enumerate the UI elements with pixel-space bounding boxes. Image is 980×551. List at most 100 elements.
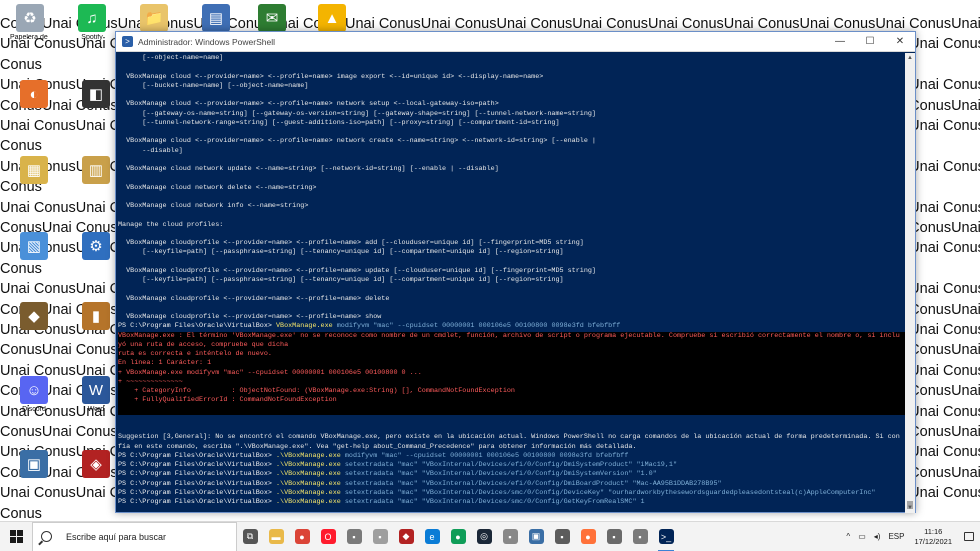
taskbar-app-button[interactable]: e (419, 522, 445, 551)
output-line: VBoxManage cloud network update <--name=… (118, 165, 499, 173)
output-line: VBoxManage cloud <--provider=name> <--pr… (118, 100, 499, 109)
taskbar-app-button[interactable]: ● (575, 522, 601, 551)
tray-chevron-icon[interactable]: ^ (842, 532, 854, 541)
taskbar-app-button[interactable]: ▪ (497, 522, 523, 551)
powershell-taskbar-icon: >_ (658, 529, 674, 544)
error-line: + ~~~~~~~~~~~~~~ (118, 377, 906, 387)
app-icon-8: ◆ (398, 529, 414, 544)
windows-logo-icon (9, 530, 23, 543)
volume-icon[interactable]: ◂) (870, 532, 885, 541)
error-line: yó una ruta de acceso, compruebe que dic… (118, 340, 906, 350)
app-icon-4: ▮ (82, 302, 110, 330)
prompt-text: PS C:\Program Files\Oracle\VirtualBox> (118, 498, 276, 506)
desktop-shortcut-label: Papelera de reciclaje (10, 34, 50, 41)
command-arguments: setextradata "mac" "VBoxInternal/Devices… (340, 461, 678, 469)
output-line: [--bucket-name=name] [--object-name=name… (118, 81, 309, 90)
taskbar-app-button[interactable]: ▪ (341, 522, 367, 551)
folder-icon: 📁 (140, 4, 168, 32)
app-icon-6: ▪ (346, 529, 362, 544)
prompt-text: PS C:\Program Files\Oracle\VirtualBox> (118, 461, 276, 469)
taskbar-app-button[interactable]: O (315, 522, 341, 551)
output-line: VBoxManage cloudprofile <--provider=name… (118, 239, 584, 247)
vertical-scrollbar[interactable]: ▲ ▼ (905, 53, 915, 513)
taskbar-app-button[interactable]: ▬ (263, 522, 289, 551)
taskbar-apps: ⧉ ▬ ● O ▪ ▪ ◆ e ● ◎ ▪ ▣ ▪ ● ▪ ▪ >_ (237, 522, 679, 551)
output-line: --disable] (118, 146, 183, 155)
command-name: VBoxManage.exe (275, 322, 333, 331)
prompt-text: PS C:\Program Files\Oracle\VirtualBox> (118, 322, 276, 331)
desktop-shortcut[interactable]: W Word (76, 376, 116, 414)
mail-icon: ✉ (258, 4, 286, 32)
command-arguments: modifyvm "mac" --cpuidset 00000001 00010… (332, 322, 621, 331)
taskbar-app-button[interactable]: ▪ (627, 522, 653, 551)
desktop-shortcut[interactable]: ▤ (196, 4, 236, 32)
powershell-window[interactable]: > Administrador: Windows PowerShell — ☐ … (115, 31, 916, 513)
command-line: PS C:\Program Files\Oracle\VirtualBox> .… (118, 461, 906, 470)
command-line: PS C:\Program Files\Oracle\VirtualBox> .… (118, 498, 906, 507)
desktop-shortcut[interactable]: ◆ (14, 302, 54, 330)
clock[interactable]: 11:16 17/12/2021 (908, 527, 958, 547)
command-line: PS C:\Program Files\Oracle\VirtualBox> .… (118, 489, 906, 498)
virtualbox-icon: ▣ (20, 450, 48, 478)
error-line: + CategoryInfo : ObjectNotFound: (VBoxMa… (118, 387, 906, 397)
desktop-shortcut[interactable]: ◈ (76, 450, 116, 478)
desktop-shortcut[interactable]: ♻ Papelera de reciclaje (10, 4, 50, 42)
network-icon[interactable]: ▭ (854, 532, 870, 541)
close-button[interactable]: ✕ (885, 32, 915, 52)
taskbar-app-button[interactable]: >_ (653, 522, 679, 551)
app-icon-10: ▪ (554, 529, 570, 544)
desktop-shortcut[interactable]: ⚙ (76, 232, 116, 260)
output-line: VBoxManage cloud <--provider=name> <--pr… (118, 72, 544, 81)
taskbar-app-button[interactable]: ▣ (523, 522, 549, 551)
desktop-shortcut[interactable]: 📁 (134, 4, 174, 32)
taskbar-app-button[interactable]: ◆ (393, 522, 419, 551)
desktop-shortcut[interactable]: ▥ (76, 156, 116, 184)
window-title: Administrador: Windows PowerShell (138, 36, 275, 47)
app-icon-11: ▪ (606, 529, 622, 544)
app-icon-3: ◆ (20, 302, 48, 330)
desktop-shortcut[interactable]: ▣ (14, 450, 54, 478)
maximize-button[interactable]: ☐ (855, 32, 885, 52)
minimize-button[interactable]: — (825, 32, 855, 52)
language-indicator[interactable]: ESP (884, 532, 908, 541)
scroll-down-icon[interactable]: ▼ (905, 503, 915, 513)
notification-icon[interactable] (958, 522, 980, 551)
command-name: .\VBoxManage.exe (275, 461, 341, 469)
desktop-shortcut[interactable]: ▮ (76, 302, 116, 330)
output-line: VBoxManage cloud network info <--name=st… (118, 202, 309, 210)
output-line: VBoxManage cloudprofile <--provider=name… (118, 294, 390, 303)
app-icon-2: ◧ (82, 80, 110, 108)
taskbar-app-button[interactable]: ◎ (471, 522, 497, 551)
window-titlebar[interactable]: > Administrador: Windows PowerShell — ☐ … (116, 32, 915, 52)
desktop-shortcut[interactable]: ▧ (14, 232, 54, 260)
desktop-shortcut[interactable]: ◧ (76, 80, 116, 108)
scroll-up-icon[interactable]: ▲ (905, 53, 915, 63)
taskbar-app-button[interactable]: ● (445, 522, 471, 551)
prompt-text: PS C:\Program Files\Oracle\VirtualBox> (118, 479, 276, 488)
taskbar-app-button[interactable]: ● (289, 522, 315, 551)
taskbar-app-button[interactable]: ▪ (367, 522, 393, 551)
desktop-shortcut[interactable]: ✉ (252, 4, 292, 32)
desktop-shortcut[interactable]: ▦ (14, 156, 54, 184)
start-button[interactable] (0, 522, 32, 551)
taskbar-search[interactable]: Escribe aquí para buscar (32, 521, 237, 551)
command-arguments: setextradata "mac" "VBoxInternal/Devices… (340, 470, 657, 479)
google-drive-icon: ▲ (318, 4, 346, 32)
taskbar-app-button[interactable]: ▪ (549, 522, 575, 551)
recycle-bin-icon: ♻ (16, 4, 44, 32)
desktop-shortcut[interactable]: ◐ (14, 80, 54, 108)
virtualbox-taskbar-icon: ▣ (528, 529, 544, 544)
taskbar-app-button[interactable]: ▪ (601, 522, 627, 551)
prompt-text: PS C:\Program Files\Oracle\VirtualBox> (118, 451, 276, 460)
error-line: + FullyQualifiedErrorId : CommandNotFoun… (118, 396, 906, 406)
command-arguments: modifyvm "mac" --cpuidset 00000001 00010… (340, 451, 629, 460)
desktop-shortcut[interactable]: ▲ (312, 4, 352, 32)
desktop-shortcut[interactable]: ☺ Discord (14, 376, 54, 414)
console-output[interactable]: [--object-name=name] VBoxManage cloud <-… (116, 53, 906, 511)
desktop-shortcut-label: Discord (22, 406, 46, 413)
desktop-shortcut[interactable]: ♫ Spotify (72, 4, 112, 42)
taskbar-app-button[interactable]: ⧉ (237, 522, 263, 551)
